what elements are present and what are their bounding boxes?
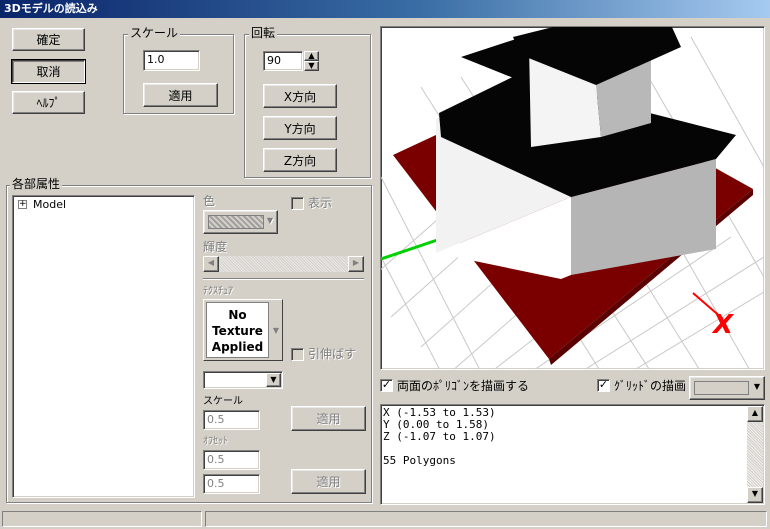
- rotate-z-button[interactable]: Z方向: [263, 148, 337, 172]
- texture-dropdown-icon: ▼: [272, 326, 279, 335]
- offset-y-input[interactable]: 0.5: [203, 474, 260, 494]
- offset-x-input[interactable]: 0.5: [203, 450, 260, 470]
- texture-select[interactable]: ▼: [203, 371, 283, 389]
- stretch-label: 引伸ばす: [308, 347, 357, 361]
- brightness-right-icon[interactable]: ▶: [348, 256, 364, 272]
- brightness-label: 輝度: [203, 240, 228, 254]
- scale-group-label: スケール: [128, 26, 181, 40]
- rotation-spin-up-icon[interactable]: ▲: [304, 51, 319, 61]
- texture-scale-label: スケール: [203, 396, 243, 407]
- texture-scale-input[interactable]: 0.5: [203, 410, 260, 430]
- rotate-x-button[interactable]: X方向: [263, 84, 337, 108]
- scale-apply-button[interactable]: 適用: [143, 83, 218, 107]
- grid-color-swatch: [694, 381, 749, 395]
- offset-apply-button[interactable]: 適用: [291, 469, 366, 494]
- tree-expand-icon[interactable]: +: [18, 200, 27, 209]
- info-z-range: Z (-1.07 to 1.07): [383, 430, 496, 443]
- color-dropdown-icon: ▼: [266, 216, 273, 225]
- grid-color-dropdown-icon: ▼: [753, 382, 760, 391]
- parts-tree[interactable]: + Model: [12, 195, 195, 498]
- stretch-checkbox[interactable]: [291, 348, 304, 361]
- texture-scale-apply-button[interactable]: 適用: [291, 406, 366, 431]
- model-render: X: [381, 27, 764, 369]
- brightness-slider-track[interactable]: [203, 256, 364, 272]
- brightness-left-icon[interactable]: ◀: [203, 256, 219, 272]
- divider: [203, 278, 364, 280]
- title-bar: 3Dモデルの読込み: [0, 0, 770, 18]
- texture-preview-line1: No: [228, 308, 247, 322]
- info-scroll-up-icon[interactable]: ▲: [747, 406, 763, 422]
- tree-item-model[interactable]: Model: [33, 198, 66, 212]
- status-bar: [0, 509, 770, 529]
- rotation-input[interactable]: 90: [263, 51, 303, 71]
- model-info-text: X (-1.53 to 1.53) Y (0.00 to 1.58) Z (-1…: [383, 407, 496, 467]
- window-title: 3Dモデルの読込み: [4, 2, 98, 15]
- grid-label: ｸﾞﾘｯﾄﾞの描画: [614, 379, 687, 393]
- cancel-button[interactable]: 取消: [11, 59, 86, 84]
- texture-preview: No Texture Applied: [206, 302, 269, 358]
- color-picker-button[interactable]: ▼: [203, 210, 278, 234]
- offset-label: ｵﾌｾｯﾄ: [203, 436, 228, 447]
- confirm-button[interactable]: 確定: [12, 28, 85, 51]
- rotate-y-button[interactable]: Y方向: [263, 116, 337, 140]
- info-scroll-down-icon[interactable]: ▼: [747, 487, 763, 503]
- texture-select-dropdown-icon[interactable]: ▼: [266, 373, 281, 387]
- parts-group-label: 各部属性: [10, 177, 63, 191]
- show-label: 表示: [308, 196, 333, 210]
- texture-preview-line3: Applied: [211, 340, 264, 354]
- double-sided-checkbox[interactable]: ✓: [380, 379, 393, 392]
- scale-input[interactable]: 1.0: [143, 50, 200, 71]
- rotation-group-label: 回転: [249, 26, 278, 40]
- rotation-spin-down-icon[interactable]: ▼: [304, 61, 319, 71]
- grid-color-button[interactable]: ▼: [689, 376, 765, 400]
- texture-label: ﾃｸｽﾁｭｱ: [203, 286, 233, 297]
- status-cell-1: [2, 511, 202, 527]
- texture-preview-line2: Texture: [212, 324, 263, 338]
- double-sided-label: 両面のﾎﾟﾘｺﾞﾝを描画する: [397, 379, 530, 393]
- help-button[interactable]: ﾍﾙﾌﾟ: [12, 91, 85, 114]
- grid-checkbox[interactable]: ✓: [597, 379, 610, 392]
- model-info-box[interactable]: X (-1.53 to 1.53) Y (0.00 to 1.58) Z (-1…: [380, 404, 765, 505]
- x-axis-marker: X: [711, 310, 735, 340]
- 3d-viewport[interactable]: X: [380, 26, 765, 370]
- info-polygon-count: 55 Polygons: [383, 454, 456, 467]
- texture-preview-frame[interactable]: No Texture Applied ▼: [203, 299, 283, 361]
- color-label: 色: [203, 194, 216, 208]
- color-swatch: [208, 215, 264, 229]
- status-cell-2: [205, 511, 767, 527]
- show-checkbox[interactable]: [291, 197, 304, 210]
